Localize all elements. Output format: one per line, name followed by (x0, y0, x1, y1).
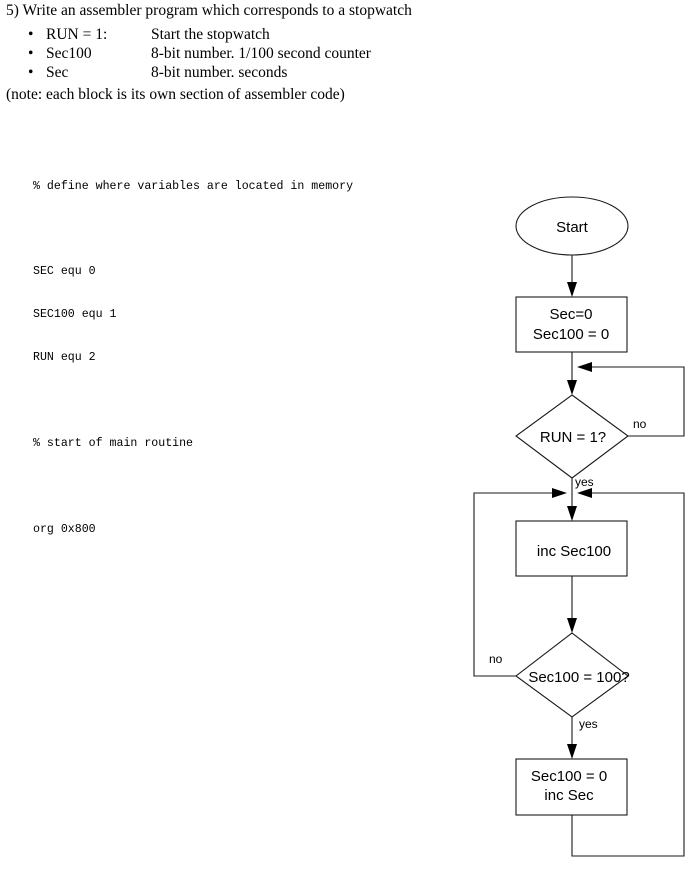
run-decision-label: RUN = 1? (540, 429, 606, 446)
start-label: Start (556, 219, 589, 236)
sec100-no-label: no (489, 652, 503, 666)
reset-label-line1: Sec100 = 0 (531, 768, 607, 785)
inc-sec100-label: inc Sec100 (537, 543, 611, 560)
reset-label-line2: inc Sec (544, 787, 594, 804)
arrowhead-icon (567, 618, 577, 633)
init-label-line1: Sec=0 (550, 306, 593, 323)
sec100-yes-label: yes (579, 717, 598, 731)
arrowhead-icon (567, 506, 577, 521)
sec100-decision-label: Sec100 = 100? (528, 669, 629, 686)
arrowhead-icon (567, 380, 577, 395)
arrowhead-icon (577, 362, 592, 372)
run-yes-label: yes (575, 475, 594, 489)
arrowhead-icon (552, 488, 567, 498)
arrowhead-icon (567, 744, 577, 759)
run-no-label: no (633, 417, 647, 431)
arrowhead-icon (577, 488, 592, 498)
init-label-line2: Sec100 = 0 (533, 326, 609, 343)
arrowhead-icon (567, 282, 577, 297)
flowchart: Start Sec=0 Sec100 = 0 RUN = 1? inc Sec1… (473, 196, 685, 857)
